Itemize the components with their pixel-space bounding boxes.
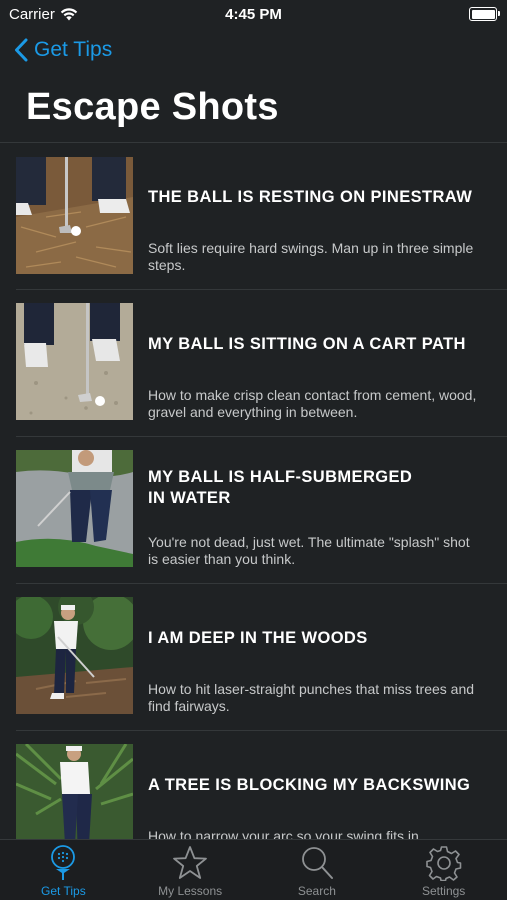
tip-title: THE BALL IS RESTING ON PINESTRAW bbox=[148, 188, 473, 206]
chevron-left-icon bbox=[15, 38, 28, 62]
status-bar: Carrier 4:45 PM bbox=[0, 0, 507, 28]
tip-row-woods[interactable]: I AM DEEP IN THE WOODS How to hit laser-… bbox=[0, 584, 507, 731]
tab-get-tips[interactable]: Get Tips bbox=[0, 840, 127, 900]
tip-thumbnail-tree-backswing bbox=[16, 744, 133, 840]
tip-thumbnail-water bbox=[16, 450, 133, 567]
tip-row-tree-backswing[interactable]: A TREE IS BLOCKING MY BACKSWING How to n… bbox=[0, 731, 507, 840]
search-icon bbox=[301, 847, 333, 879]
tab-bar: Get Tips My Lessons Search Settings bbox=[0, 839, 507, 900]
tip-thumbnail-woods bbox=[16, 597, 133, 714]
tab-label: Search bbox=[297, 884, 336, 898]
status-time: 4:45 PM bbox=[225, 6, 282, 23]
battery-icon bbox=[469, 7, 500, 21]
tip-title: MY BALL IS SITTING ON A CART PATH bbox=[148, 335, 466, 353]
tip-title: I AM DEEP IN THE WOODS bbox=[148, 629, 368, 647]
tip-row-cart-path[interactable]: MY BALL IS SITTING ON A CART PATH How to… bbox=[0, 290, 507, 437]
page-title: Escape Shots bbox=[26, 86, 279, 128]
back-button[interactable]: Get Tips bbox=[14, 38, 112, 62]
tab-my-lessons[interactable]: My Lessons bbox=[127, 840, 254, 900]
tip-description: How to hit laser-straight punches that m… bbox=[148, 681, 475, 714]
tip-title: A TREE IS BLOCKING MY BACKSWING bbox=[148, 776, 471, 794]
tab-label: My Lessons bbox=[158, 884, 223, 898]
tab-label: Settings bbox=[421, 884, 466, 898]
screen: Carrier 4:45 PM Get Tips Escape Shots TH… bbox=[0, 0, 507, 900]
tip-thumbnail-cart-path bbox=[16, 303, 133, 420]
tip-row-water[interactable]: MY BALL IS HALF-SUBMERGED IN WATER You'r… bbox=[0, 437, 507, 584]
back-label: Get Tips bbox=[34, 38, 113, 61]
golf-ball-tee-icon bbox=[51, 845, 76, 880]
gear-icon bbox=[425, 846, 461, 881]
tab-search[interactable]: Search bbox=[254, 840, 381, 900]
tip-description: Soft lies require hard swings. Man up in… bbox=[148, 240, 474, 273]
tip-description: You're not dead, just wet. The ultimate … bbox=[148, 534, 470, 567]
tab-settings[interactable]: Settings bbox=[380, 840, 507, 900]
tip-list[interactable]: THE BALL IS RESTING ON PINESTRAW Soft li… bbox=[0, 143, 507, 840]
tip-description: How to make crisp clean contact from cem… bbox=[148, 387, 477, 420]
tip-title-line-1: MY BALL IS HALF-SUBMERGED bbox=[148, 468, 413, 486]
star-icon bbox=[173, 846, 208, 879]
tip-row-pinestraw[interactable]: THE BALL IS RESTING ON PINESTRAW Soft li… bbox=[0, 143, 507, 290]
tip-thumbnail-pinestraw bbox=[16, 157, 133, 274]
tip-title: MY BALL IS HALF-SUBMERGED IN WATER bbox=[148, 467, 477, 509]
tab-label: Get Tips bbox=[41, 884, 86, 898]
tip-title-line-2: IN WATER bbox=[148, 489, 231, 507]
